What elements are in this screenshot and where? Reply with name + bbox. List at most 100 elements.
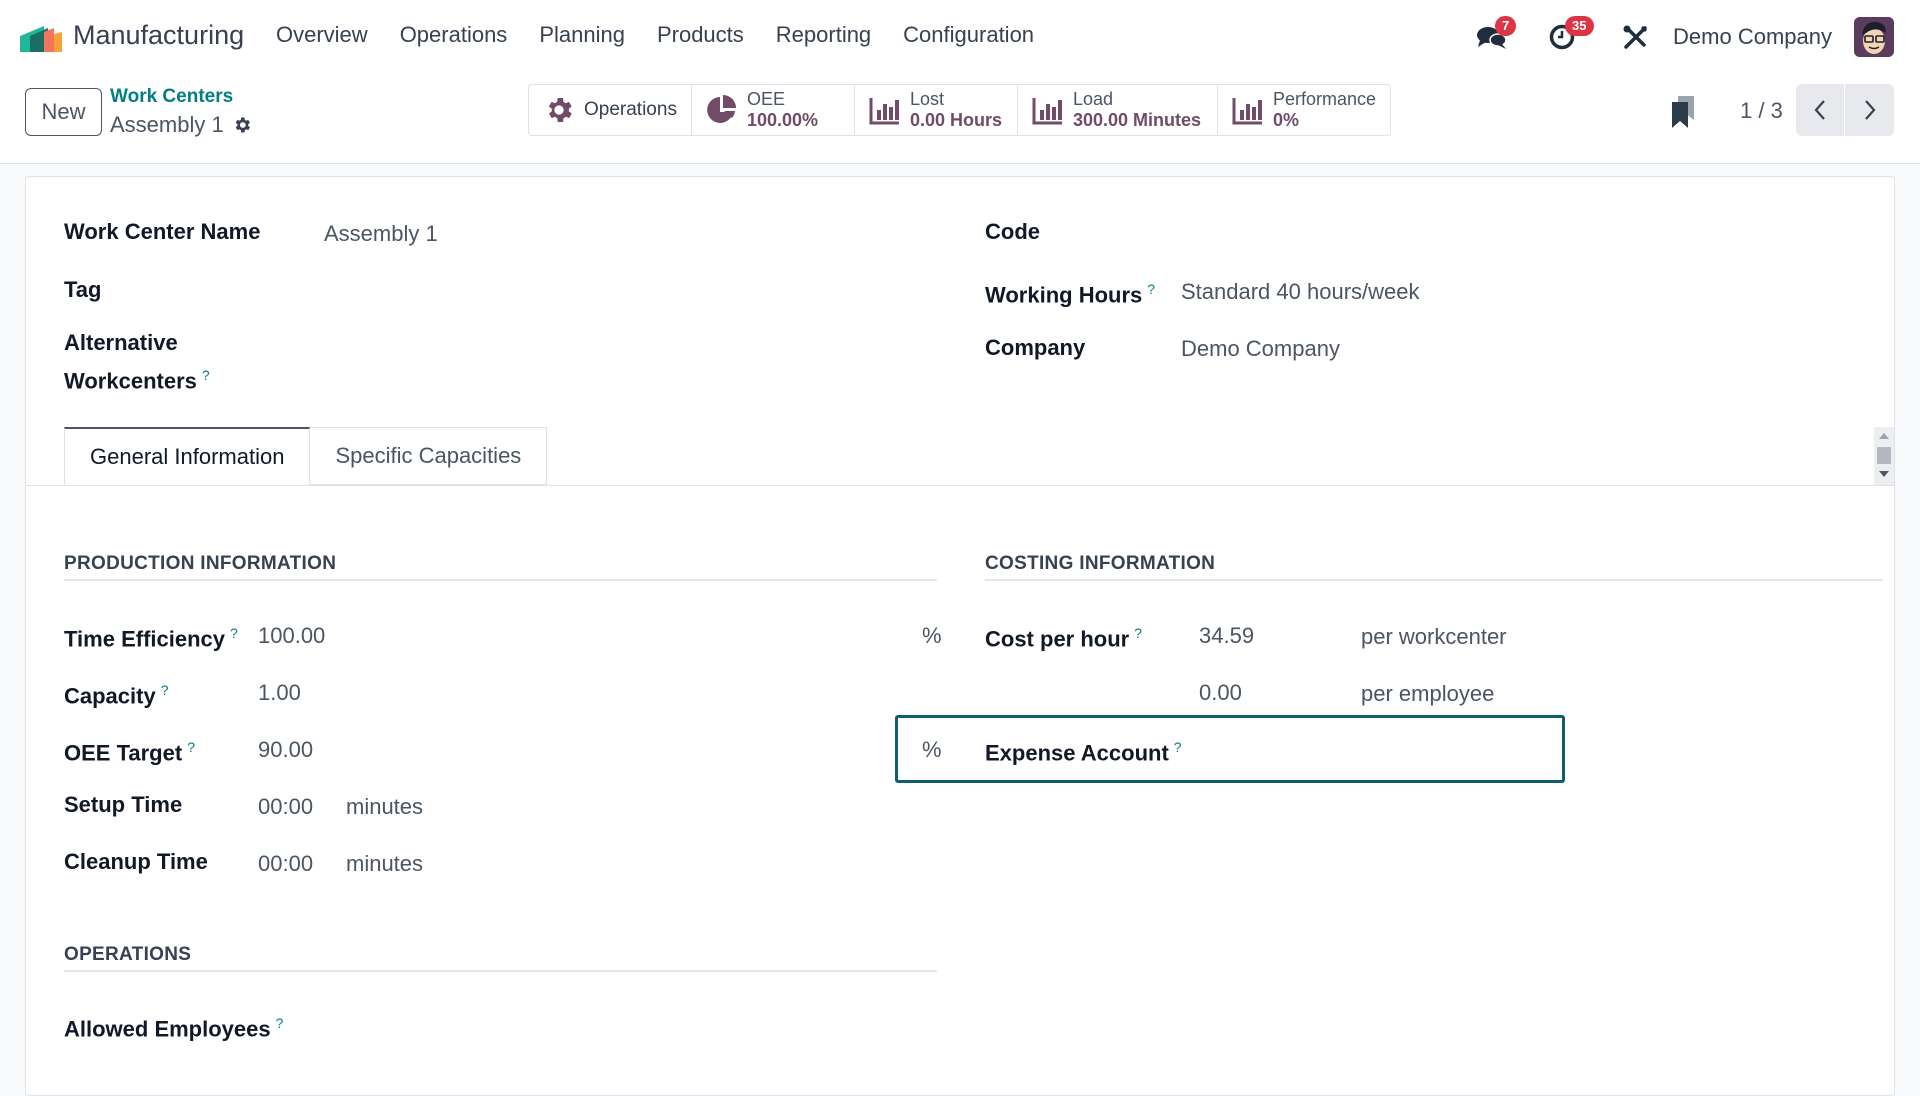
lost-label: Lost (909, 89, 944, 109)
debug-tools-button[interactable] (1619, 20, 1653, 54)
top-navbar: Manufacturing Overview Operations Planni… (0, 0, 1920, 74)
section-divider (64, 970, 937, 972)
main-menu: Overview Operations Planning Products Re… (260, 22, 1050, 48)
oee-target-input[interactable]: 90.00 (258, 733, 898, 766)
company-input[interactable]: Demo Company (1181, 332, 1340, 365)
help-icon[interactable]: ? (161, 682, 169, 698)
company-switcher[interactable]: Demo Company (1673, 24, 1832, 50)
employee-cost-input[interactable]: 0.00 (1199, 676, 1349, 709)
messages-button[interactable]: 7 (1475, 16, 1517, 54)
lost-smart-button[interactable]: Lost 0.00 Hours (855, 85, 1018, 135)
app-name[interactable]: Manufacturing (73, 20, 244, 51)
menu-reporting[interactable]: Reporting (776, 22, 871, 48)
cleanup-time-input[interactable]: 00:00 (258, 847, 313, 880)
load-value: 300.00 Minutes (1072, 110, 1202, 130)
menu-configuration[interactable]: Configuration (903, 22, 1034, 48)
help-icon[interactable]: ? (1134, 625, 1142, 641)
performance-smart-button[interactable]: Performance 0% (1218, 85, 1390, 135)
operations-smart-button[interactable]: Operations (529, 85, 692, 135)
oee-target-percent: % (922, 737, 942, 762)
working-hours-input[interactable]: Standard 40 hours/week (1181, 275, 1420, 308)
pager-buttons (1796, 84, 1894, 136)
cost-per-hour-input[interactable]: 34.59 (1199, 619, 1349, 652)
pager-previous-button[interactable] (1796, 84, 1845, 136)
load-label: Load (1072, 89, 1113, 109)
control-panel: New Work Centers Assembly 1 Operations O… (0, 74, 1920, 164)
help-icon[interactable]: ? (1147, 281, 1155, 297)
help-icon[interactable]: ? (187, 739, 195, 755)
form-tabs: General Information Specific Capacities (64, 427, 548, 485)
tag-input[interactable] (324, 273, 924, 306)
allowed-employees-input[interactable] (324, 1007, 924, 1040)
scroll-up-arrow-icon[interactable] (1879, 433, 1889, 439)
tabs-scrollbar[interactable] (1874, 427, 1894, 485)
pager-value[interactable]: 1 / 3 (1740, 98, 1783, 124)
user-avatar-icon (1854, 17, 1894, 57)
user-avatar[interactable] (1854, 17, 1894, 57)
expense-account-input[interactable] (1199, 733, 1539, 766)
menu-products[interactable]: Products (657, 22, 744, 48)
capacity-label: Capacity? (64, 674, 169, 712)
working-hours-label: Working Hours? (985, 273, 1155, 311)
gear-icon[interactable] (232, 115, 252, 135)
section-divider (64, 579, 937, 581)
help-icon[interactable]: ? (230, 625, 238, 641)
pie-chart-icon (707, 95, 736, 123)
oee-value: 100.00% (746, 110, 819, 130)
oee-smart-button[interactable]: OEE 100.00% (692, 85, 855, 135)
new-button[interactable]: New (25, 88, 102, 136)
capacity-input[interactable]: 1.00 (258, 676, 918, 709)
help-icon[interactable]: ? (1174, 739, 1182, 755)
operations-section-title: OPERATIONS (64, 944, 192, 965)
alternative-workcenters-label-line2: Workcenters (64, 368, 197, 394)
tab-general-information[interactable]: General Information (64, 427, 311, 485)
tab-specific-capacities[interactable]: Specific Capacities (310, 427, 548, 485)
activities-button[interactable]: 35 (1545, 16, 1594, 54)
setup-time-unit: minutes (346, 794, 424, 819)
performance-value: 0% (1272, 110, 1299, 130)
breadcrumb-current: Assembly 1 (110, 112, 252, 138)
production-information-title: PRODUCTION INFORMATION (64, 553, 337, 574)
expense-account-label: Expense Account? (985, 731, 1182, 769)
manufacturing-app-logo-icon[interactable] (20, 22, 62, 52)
menu-operations[interactable]: Operations (400, 22, 508, 48)
cost-per-hour-label-text: Cost per hour (985, 626, 1130, 652)
alternative-workcenters-input[interactable] (324, 342, 924, 375)
menu-overview[interactable]: Overview (276, 22, 368, 48)
scroll-down-arrow-icon[interactable] (1879, 471, 1889, 477)
code-input[interactable] (1181, 215, 1781, 248)
smart-buttons: Operations OEE 100.00% Lost 0.00 Hours L… (528, 84, 1391, 136)
per-workcenter-unit: per workcenter (1361, 624, 1507, 649)
chevron-left-icon (1814, 100, 1825, 120)
expense-account-label-text: Expense Account (985, 740, 1169, 766)
tools-icon (1623, 25, 1648, 49)
cleanup-time-label: Cleanup Time (64, 849, 208, 874)
per-employee-unit: per employee (1361, 681, 1495, 706)
tabs-divider (26, 485, 1894, 486)
scroll-thumb[interactable] (1877, 447, 1891, 464)
gear-icon (548, 98, 572, 122)
help-icon[interactable]: ? (202, 367, 210, 383)
breadcrumb-work-centers[interactable]: Work Centers (110, 86, 233, 108)
working-hours-label-text: Working Hours (985, 282, 1143, 308)
help-icon[interactable]: ? (276, 1015, 284, 1031)
performance-label: Performance (1272, 89, 1376, 109)
allowed-employees-label: Allowed Employees? (64, 1007, 283, 1045)
code-label: Code (985, 219, 1040, 244)
setup-time-input[interactable]: 00:00 (258, 790, 313, 823)
pager-next-button[interactable] (1845, 84, 1894, 136)
costing-information-title: COSTING INFORMATION (985, 553, 1216, 574)
bookmark-icon[interactable] (1670, 96, 1696, 128)
section-divider (985, 579, 1883, 581)
time-efficiency-input[interactable]: 100.00 (258, 619, 918, 652)
tag-label: Tag (64, 277, 102, 302)
load-smart-button[interactable]: Load 300.00 Minutes (1018, 85, 1218, 135)
capacity-label-text: Capacity (64, 683, 156, 709)
time-efficiency-label-text: Time Efficiency (64, 626, 225, 652)
alternative-workcenters-label: Workcenters? (64, 359, 210, 397)
work-center-name-input[interactable]: Assembly 1 (324, 217, 924, 250)
messages-count-badge: 7 (1495, 16, 1517, 36)
allowed-employees-label-text: Allowed Employees (64, 1016, 271, 1042)
menu-planning[interactable]: Planning (539, 22, 625, 48)
systray: 7 35 Demo Company (1475, 0, 1920, 74)
